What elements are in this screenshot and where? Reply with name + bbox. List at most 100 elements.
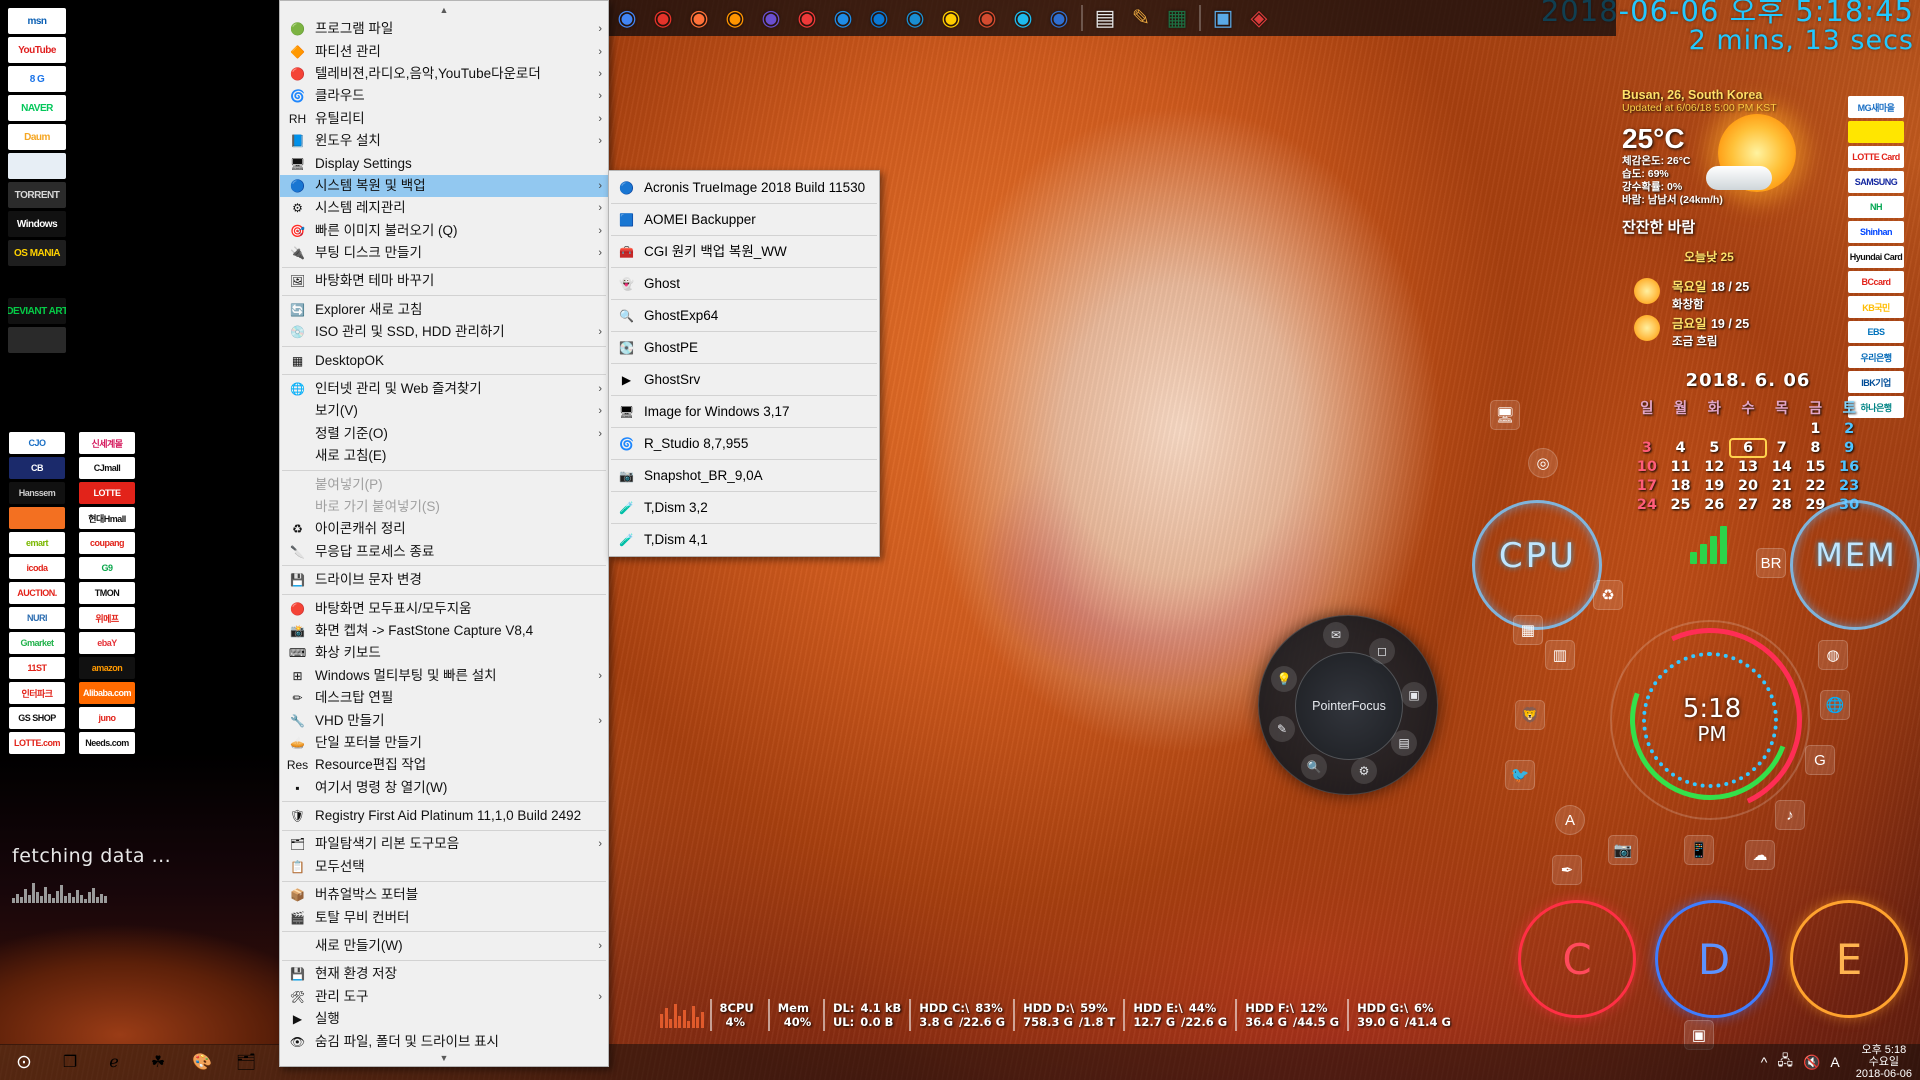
gadget-cloud-icon[interactable]: ☁: [1745, 840, 1775, 870]
submenu-item-9[interactable]: 📷 Snapshot_BR_9,0A: [609, 461, 879, 490]
calendar-day-12[interactable]: 12: [1697, 459, 1731, 475]
desktop-icon-11st[interactable]: 11ST: [9, 657, 65, 679]
quick-launch-naver-whale-icon[interactable]: ◉: [826, 2, 860, 34]
quick-launch-internet-explorer-icon[interactable]: ◉: [1006, 2, 1040, 34]
context-menu-item-12[interactable]: 🔄 Explorer 새로 고침: [280, 299, 608, 321]
calendar-day-6[interactable]: 6: [1729, 438, 1767, 458]
desktop-icon-icoda[interactable]: icoda: [9, 557, 65, 579]
calendar-day-3[interactable]: 3: [1630, 440, 1664, 456]
calendar-day-16[interactable]: 16: [1832, 459, 1866, 475]
show-hidden-icons-chevron-icon[interactable]: ^: [1761, 1054, 1768, 1070]
submenu-item-10[interactable]: 🧪 T,Dism 3,2: [609, 493, 879, 522]
submenu-item-6[interactable]: ▶ GhostSrv: [609, 365, 879, 394]
desktop-icon-coupang[interactable]: coupang: [79, 532, 135, 554]
gadget-monitor-icon[interactable]: 🖥: [1490, 400, 1520, 430]
context-menu-item-13[interactable]: 💿 ISO 관리 및 SSD, HDD 관리하기 ›: [280, 321, 608, 343]
context-menu-item-24[interactable]: 🔴 바탕화면 모두표시/모두지움: [280, 597, 608, 619]
submenu-item-4[interactable]: 🔍 GhostExp64: [609, 301, 879, 330]
desktop-icon-korea-flag[interactable]: [8, 385, 66, 411]
gadget-recycle-icon[interactable]: ♻: [1593, 580, 1623, 610]
pointerfocus-settings-icon[interactable]: ⚙: [1351, 758, 1377, 784]
quick-launch-opera-icon[interactable]: ◉: [646, 2, 680, 34]
pointerfocus-screenshot-icon[interactable]: ▣: [1401, 682, 1427, 708]
context-menu-item-16[interactable]: 보기(V) ›: [280, 400, 608, 422]
gadget-dial-icon[interactable]: ◎: [1528, 448, 1558, 478]
desktop-icon-ssg-orange[interactable]: [9, 507, 65, 529]
context-menu-item-17[interactable]: 정렬 기준(O) ›: [280, 423, 608, 445]
quick-launch-pencil-icon[interactable]: ✎: [1124, 2, 1158, 34]
desktop-icon-hmall[interactable]: 현대Hmall: [79, 507, 135, 529]
desktop-icon-wemakeprice[interactable]: 위메프: [79, 607, 135, 629]
gadget-music-icon[interactable]: ♪: [1775, 800, 1805, 830]
context-menu-item-6[interactable]: 🖥 Display Settings: [280, 152, 608, 174]
gadget-g-icon[interactable]: G: [1805, 745, 1835, 775]
calendar-day-13[interactable]: 13: [1731, 459, 1765, 475]
gadget-circle-icon[interactable]: ◍: [1818, 640, 1848, 670]
calendar-day-11[interactable]: 11: [1664, 459, 1698, 475]
context-menu-item-34[interactable]: 🗂 파일탐색기 리본 도구모음 ›: [280, 833, 608, 855]
quick-launch-toolbar[interactable]: ◉ ◉ ◉ ◉ ◉ ◉ ◉ ◉ ◉ ◉ ◉ ◉ ◉ ▤ ✎ ▦ ▣ ◈: [606, 0, 1616, 36]
pointerfocus-eraser-icon[interactable]: ◻: [1369, 638, 1395, 664]
calendar-day-17[interactable]: 17: [1630, 478, 1664, 494]
desktop-icon-shinsegae[interactable]: 신세계몰: [79, 432, 135, 454]
desktop-icon-needsgom[interactable]: Needs.com: [79, 732, 135, 754]
gadget-lion-icon[interactable]: 🦁: [1515, 700, 1545, 730]
calendar-day-10[interactable]: 10: [1630, 459, 1664, 475]
context-menu-item-14[interactable]: ▦ DesktopOK: [280, 349, 608, 371]
desktop-icon-msn[interactable]: msn: [8, 8, 66, 34]
quick-launch-torch-icon[interactable]: ◉: [970, 2, 1004, 34]
context-menu-item-39[interactable]: 💾 현재 환경 저장: [280, 963, 608, 985]
quick-launch-vivaldi-icon[interactable]: ◉: [790, 2, 824, 34]
context-menu-scroll-down[interactable]: ▼: [280, 1049, 608, 1066]
desktop-icon-windows-forum[interactable]: Windows: [8, 211, 66, 237]
desktop-icon-red-bird[interactable]: [8, 356, 66, 382]
context-menu-scroll-up[interactable]: ▲: [280, 1, 608, 18]
desktop-icon-cb-mall[interactable]: CB: [9, 457, 65, 479]
context-menu-item-1[interactable]: 🔶 파티션 관리 ›: [280, 40, 608, 62]
quick-launch-maxthon-icon[interactable]: ◉: [1042, 2, 1076, 34]
desktop-icon-torrent[interactable]: TORRENT: [8, 182, 66, 208]
desktop-icon-nuri[interactable]: NURI: [9, 607, 65, 629]
paint-icon[interactable]: 🎨: [180, 1044, 224, 1080]
desktop-icon-amazon[interactable]: amazon: [79, 657, 135, 679]
context-menu-item-5[interactable]: 📘 윈도우 설치 ›: [280, 130, 608, 152]
desktop-icon-youtube[interactable]: YouTube: [8, 37, 66, 63]
gadget-cpu-icon[interactable]: ▥: [1545, 640, 1575, 670]
desktop-icon-deviantart[interactable]: DEVIANT ART: [8, 298, 66, 324]
calendar-day-1[interactable]: 1: [1799, 421, 1833, 437]
calendar-day-4[interactable]: 4: [1664, 440, 1698, 456]
context-menu-item-9[interactable]: 🎯 빠른 이미지 불러오기 (Q) ›: [280, 220, 608, 242]
context-menu-item-33[interactable]: 🛡 Registry First Aid Platinum 11,1,0 Buil…: [280, 805, 608, 827]
desktop-icon-emart-mall[interactable]: emart: [9, 532, 65, 554]
desktop-icon-gmarket[interactable]: Gmarket: [9, 632, 65, 654]
calendar-day-9[interactable]: 9: [1832, 440, 1866, 456]
quick-launch-folder-blue-icon[interactable]: ▣: [1206, 2, 1240, 34]
context-menu-item-22[interactable]: 🔪 무응답 프로세스 종료: [280, 541, 608, 563]
gadget-globe-icon[interactable]: 🌐: [1820, 690, 1850, 720]
desktop-icon-windows-logo[interactable]: [8, 269, 66, 295]
context-menu-item-42[interactable]: 👁 숨김 파일, 폴더 및 드라이브 표시: [280, 1030, 608, 1049]
context-menu-item-27[interactable]: ⊞ Windows 멀티부팅 및 빠른 설치 ›: [280, 665, 608, 687]
context-menu-item-11[interactable]: 🖼 바탕화면 테마 바꾸기: [280, 270, 608, 292]
context-menu-item-15[interactable]: 🌐 인터넷 관리 및 Web 즐겨찾기 ›: [280, 378, 608, 400]
desktop-icon-ebs[interactable]: EBS: [1848, 321, 1904, 343]
pointerfocus-message-icon[interactable]: ▤: [1391, 730, 1417, 756]
quick-launch-yandex-icon[interactable]: ◉: [934, 2, 968, 34]
quick-launch-firefox-dev-icon[interactable]: ◉: [718, 2, 752, 34]
gadget-chip-icon[interactable]: ▦: [1513, 615, 1543, 645]
gadget-letter-a-icon[interactable]: A: [1555, 805, 1585, 835]
context-menu-item-38[interactable]: 새로 만들기(W) ›: [280, 935, 608, 957]
desktop-icon-lotte-homeshopping[interactable]: LOTTE: [79, 482, 135, 504]
pointerfocus-mail-icon[interactable]: ✉: [1323, 622, 1349, 648]
context-menu-item-8[interactable]: ⚙ 시스템 레지관리 ›: [280, 197, 608, 219]
desktop-icon-hanssem[interactable]: Hanssem: [9, 482, 65, 504]
quick-launch-edge-icon[interactable]: ◉: [862, 2, 896, 34]
context-menu-item-25[interactable]: 📸 화면 켑쳐 -> FastStone Capture V8,4: [280, 620, 608, 642]
pointerfocus-bulb-icon[interactable]: 💡: [1271, 666, 1297, 692]
desktop-context-menu[interactable]: ▲ 🟢 프로그램 파일 › 🔶 파티션 관리 › 🔴 텔레비젼,라디오,음악,YouTube다…: [279, 0, 609, 1067]
desktop-icon-news-portal[interactable]: [8, 153, 66, 179]
context-menu-item-10[interactable]: 🔌 부팅 디스크 만들기 ›: [280, 242, 608, 264]
gadget-pen-icon[interactable]: ✒: [1552, 855, 1582, 885]
context-menu-item-18[interactable]: 새로 고침(E): [280, 445, 608, 467]
quick-launch-chrome-icon[interactable]: ◉: [610, 2, 644, 34]
